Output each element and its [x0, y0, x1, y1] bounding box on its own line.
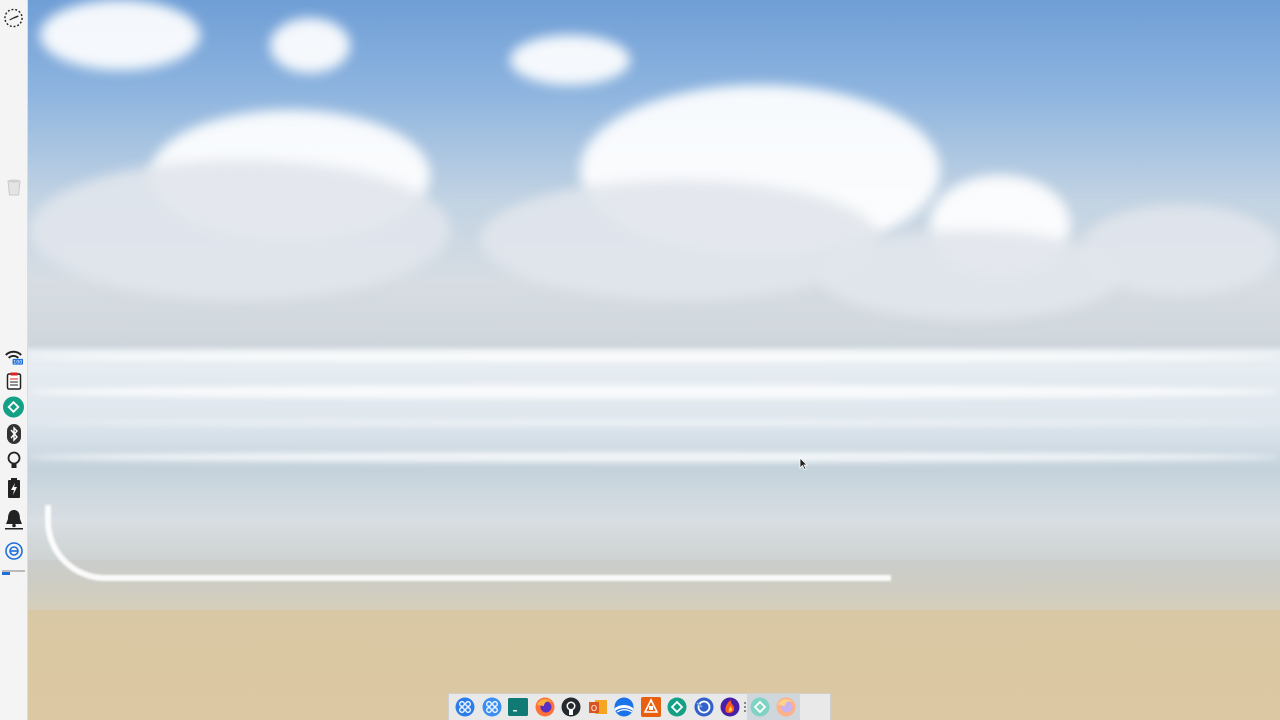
firefox-running-icon[interactable]	[773, 694, 800, 720]
app-grid-icon[interactable]	[452, 694, 479, 720]
outlook-icon[interactable]: O	[585, 694, 612, 720]
office-apps-icon[interactable]	[638, 694, 665, 720]
bell-icon[interactable]	[3, 509, 24, 530]
mouse-cursor-icon	[799, 455, 808, 474]
battery-icon[interactable]	[3, 477, 24, 498]
clock-icon[interactable]	[3, 7, 24, 28]
app-grid-alt-icon[interactable]	[479, 694, 506, 720]
terminal-icon[interactable]	[505, 694, 532, 720]
firefox-icon[interactable]	[532, 694, 559, 720]
desktop-wallpaper	[0, 0, 1280, 720]
sync-app-icon[interactable]	[664, 694, 691, 720]
browser-app-icon[interactable]	[691, 694, 718, 720]
workspace-indicator[interactable]	[2, 570, 25, 575]
google-earth-icon[interactable]	[611, 694, 638, 720]
bluetooth-icon[interactable]	[3, 423, 24, 444]
wifi-icon[interactable]: 100	[3, 345, 24, 366]
lightbulb-icon[interactable]	[3, 450, 24, 471]
trash-icon[interactable]	[3, 176, 24, 197]
power-icon[interactable]	[3, 540, 24, 561]
wifi-badge: 100	[13, 359, 22, 365]
github-icon[interactable]	[558, 694, 585, 720]
clipboard-icon[interactable]	[3, 370, 24, 391]
sync-app-icon[interactable]	[3, 396, 24, 417]
left-side-panel: 100	[0, 0, 28, 720]
svg-text:O: O	[591, 704, 597, 713]
firefox-dev-icon[interactable]	[717, 694, 744, 720]
sync-app-running-icon[interactable]	[746, 694, 773, 720]
bottom-dock: O	[448, 693, 831, 720]
